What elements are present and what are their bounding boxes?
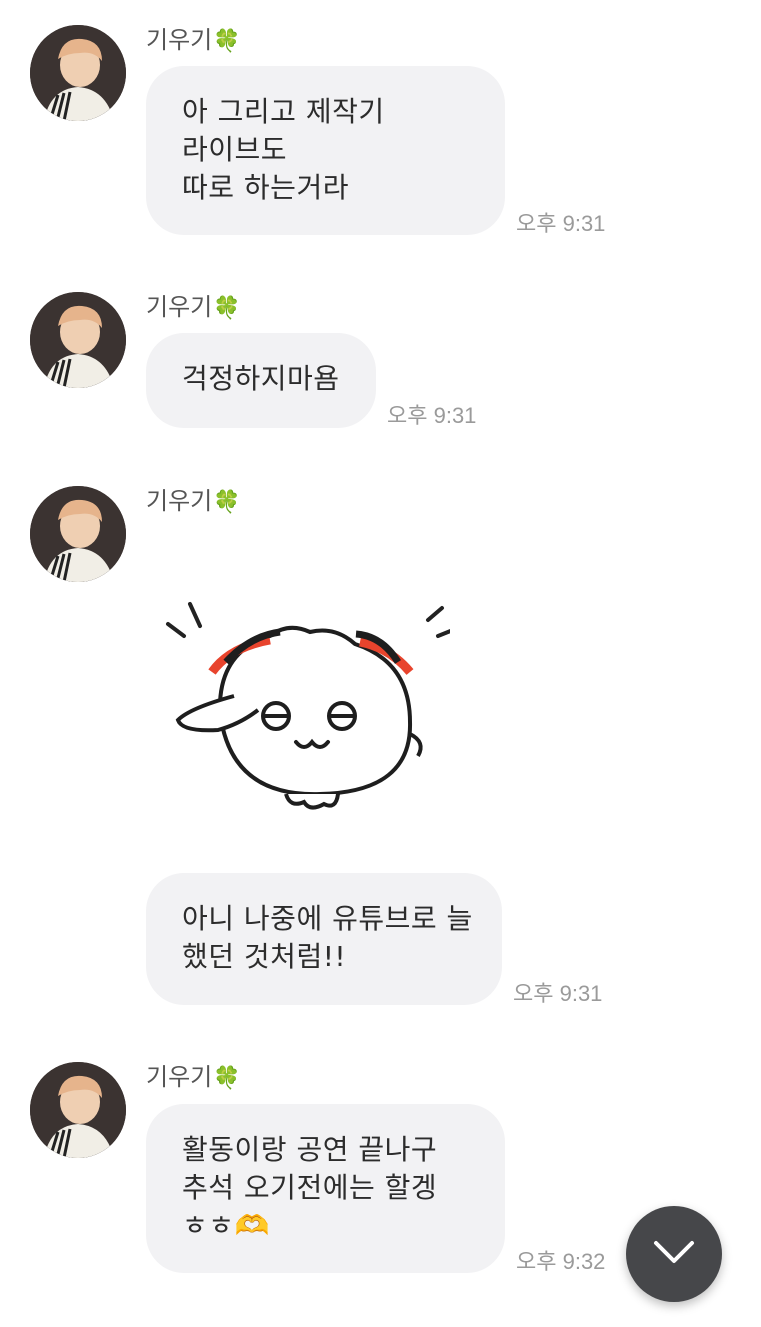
scroll-to-bottom-button[interactable]: [626, 1206, 722, 1302]
message-time: 오후 9:31: [516, 211, 606, 236]
clover-emoji: 🍀: [213, 296, 241, 321]
avatar[interactable]: [30, 1062, 126, 1158]
message-bubble[interactable]: 아니 나중에 유튜브로 늘 했던 것처럼!!: [146, 873, 502, 1005]
sender-name: 기우기🍀: [146, 26, 241, 54]
message-bubble[interactable]: 걱정하지마욤: [146, 333, 376, 428]
message-line: ㅎㅎ🫶: [182, 1209, 270, 1242]
sender-name: 기우기🍀: [146, 293, 241, 321]
clover-emoji: 🍀: [213, 490, 241, 515]
saluting-dumpling-sticker[interactable]: [160, 592, 460, 822]
avatar[interactable]: [30, 292, 126, 388]
clover-emoji: 🍀: [213, 1066, 241, 1091]
message-line: 아 그리고 제작기: [182, 95, 385, 128]
clover-emoji: 🍀: [213, 29, 241, 54]
message-line: 라이브도: [182, 133, 288, 166]
message-time: 오후 9:32: [516, 1249, 606, 1274]
message-line: 추석 오기전에는 할겡: [182, 1171, 438, 1204]
message-time: 오후 9:31: [513, 981, 603, 1006]
message-time: 오후 9:31: [387, 403, 477, 428]
chevron-down-icon: [652, 1239, 696, 1269]
sender-name: 기우기🍀: [146, 1063, 241, 1091]
sender-name: 기우기🍀: [146, 487, 241, 515]
message-line: 따로 하는거라: [182, 171, 349, 204]
message-line: 활동이랑 공연 끝나구: [182, 1133, 438, 1166]
avatar[interactable]: [30, 25, 126, 121]
message-bubble[interactable]: 활동이랑 공연 끝나구 추석 오기전에는 할겡 ㅎㅎ🫶: [146, 1104, 505, 1273]
message-line: 했던 것처럼!!: [182, 940, 347, 973]
message-line: 걱정하지마욤: [182, 362, 340, 395]
message-bubble[interactable]: 아 그리고 제작기 라이브도 따로 하는거라: [146, 66, 505, 235]
message-line: 아니 나중에 유튜브로 늘: [182, 902, 473, 935]
avatar[interactable]: [30, 486, 126, 582]
